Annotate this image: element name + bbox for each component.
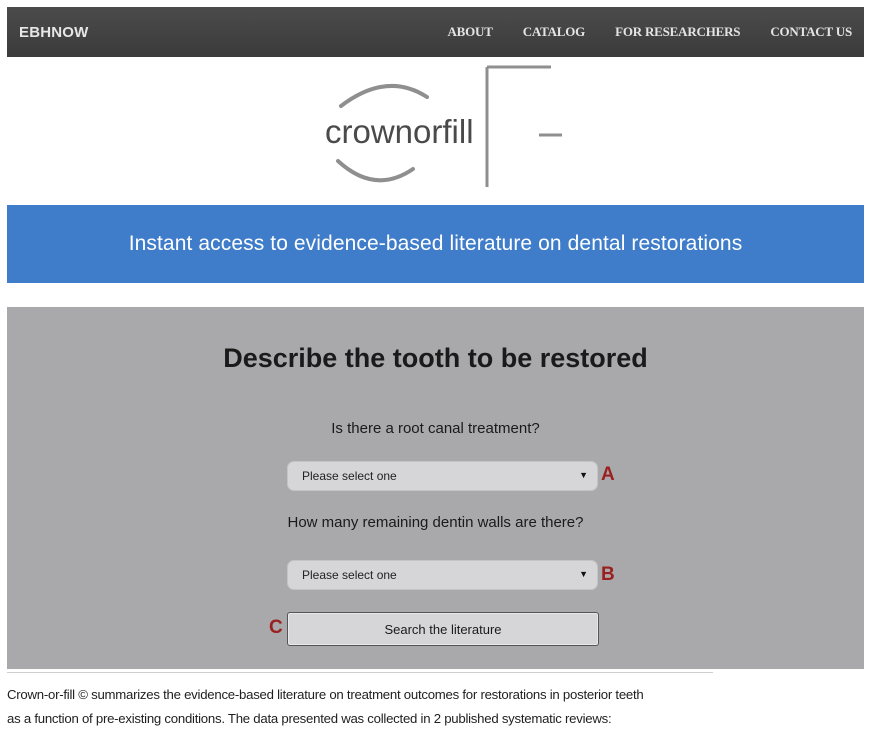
description-line-2: as a function of pre-existing conditions…	[7, 711, 612, 726]
tooth-form: Describe the tooth to be restored Is the…	[7, 307, 864, 669]
root-canal-select[interactable]: Please select one ▼	[287, 461, 598, 491]
logo-area: crownorfill	[7, 57, 864, 203]
annotation-marker-b: B	[601, 564, 615, 585]
logo-c-bottom-arc	[336, 159, 415, 183]
nav-links: ABOUT CATALOG FOR RESEARCHERS CONTACT US	[417, 24, 852, 40]
description-line-1: Crown-or-fill © summarizes the evidence-…	[7, 687, 644, 702]
nav-link-contact-us[interactable]: CONTACT US	[770, 24, 852, 40]
nav-link-about[interactable]: ABOUT	[447, 24, 492, 40]
banner-text: Instant access to evidence-based literat…	[128, 232, 743, 255]
nav-link-for-researchers[interactable]: FOR RESEARCHERS	[615, 24, 740, 40]
section-divider	[7, 672, 713, 673]
logo-c-top-arc	[339, 83, 429, 108]
dentin-walls-select-value: Please select one	[302, 568, 397, 582]
brand-logo-text[interactable]: EBHNOW	[19, 24, 89, 41]
search-literature-button[interactable]: Search the literature	[287, 612, 599, 646]
annotation-marker-a: A	[601, 464, 615, 485]
question-dentin-walls-label: How many remaining dentin walls are ther…	[287, 514, 584, 531]
description-text: Crown-or-fill © summarizes the evidence-…	[7, 683, 867, 731]
form-title: Describe the tooth to be restored	[223, 343, 648, 373]
hero-banner: Instant access to evidence-based literat…	[7, 205, 864, 283]
question-root-canal-label: Is there a root canal treatment?	[331, 420, 540, 437]
dentin-walls-select[interactable]: Please select one ▼	[287, 560, 598, 590]
nav-link-catalog[interactable]: CATALOG	[523, 24, 586, 40]
caret-down-icon: ▼	[579, 470, 588, 480]
annotation-marker-c: C	[269, 617, 283, 638]
logo-wordmark: crownorfill	[325, 113, 474, 150]
top-navbar: EBHNOW ABOUT CATALOG FOR RESEARCHERS CON…	[7, 7, 864, 57]
crownorfill-logo: crownorfill	[325, 65, 562, 187]
caret-down-icon: ▼	[579, 569, 588, 579]
root-canal-select-value: Please select one	[302, 469, 397, 483]
